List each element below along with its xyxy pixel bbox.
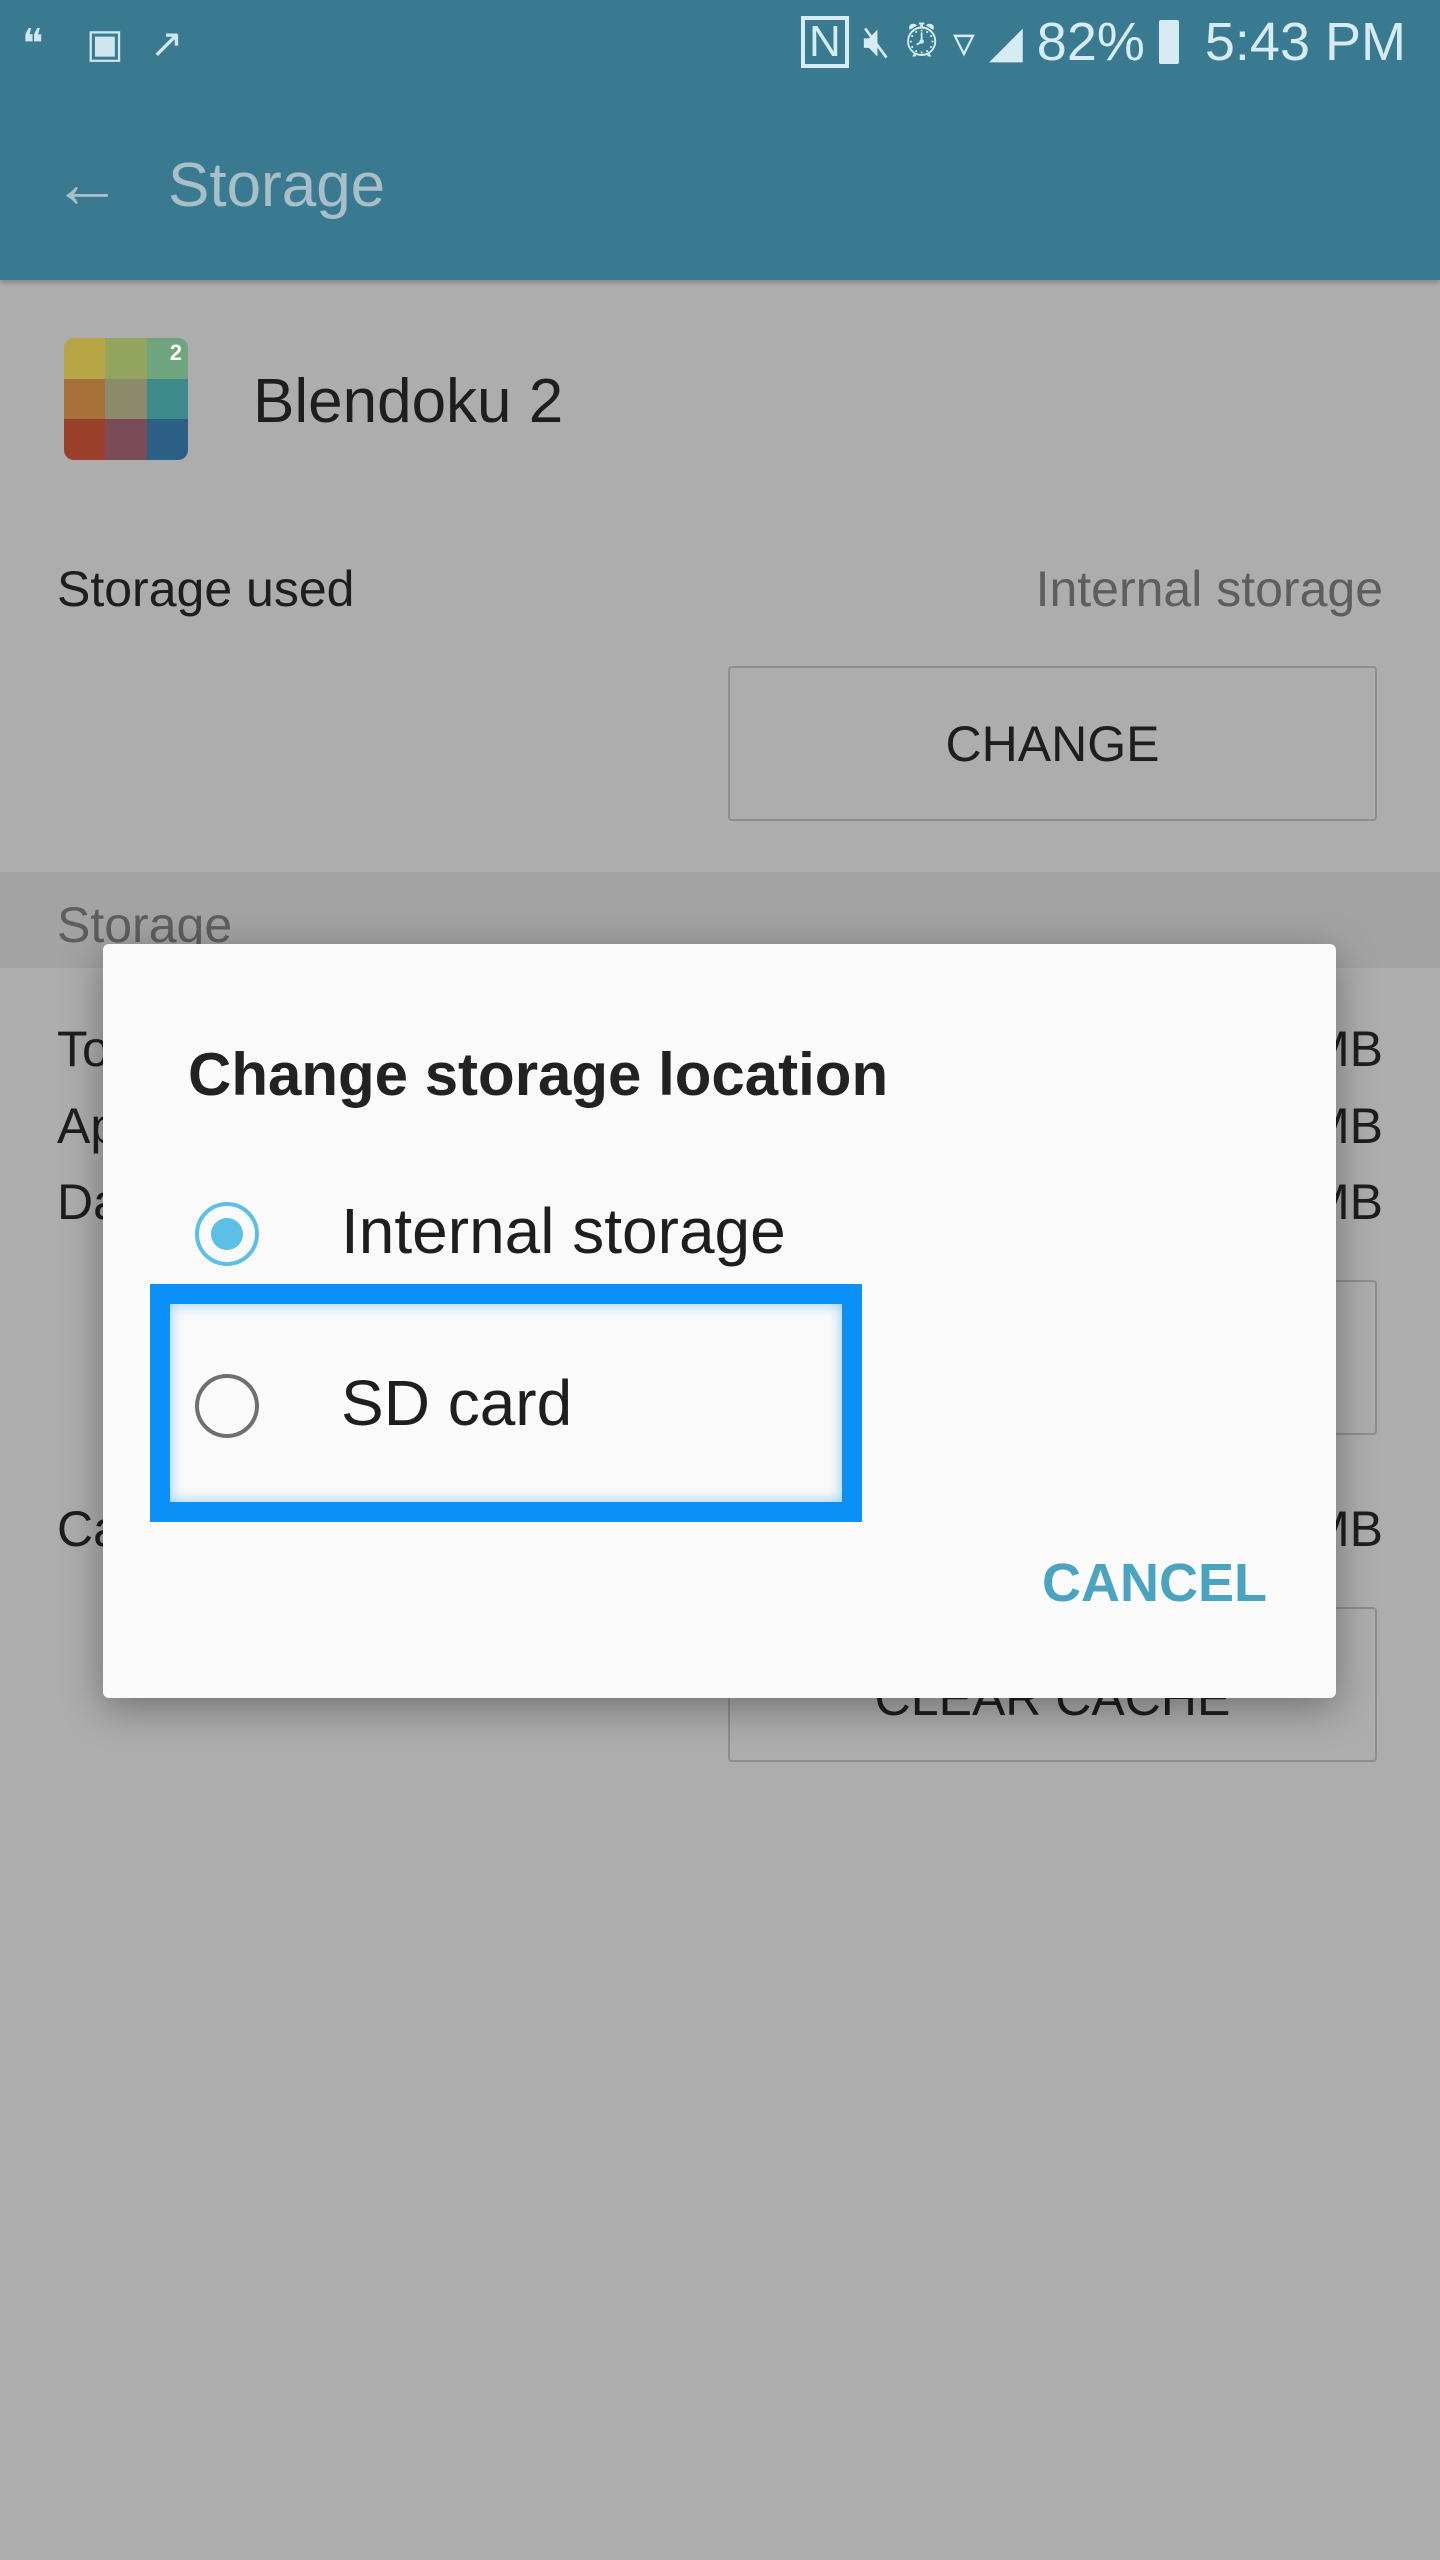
mute-icon: 🔇︎	[862, 17, 891, 66]
nfc-icon: N	[801, 16, 849, 68]
app-icon: 2	[64, 338, 188, 460]
storage-used-label: Storage used	[57, 561, 355, 617]
dialog-title: Change storage location	[188, 1041, 889, 1108]
radio-selected[interactable]	[195, 1202, 259, 1266]
status-bar: ❝ ▣ ↗ N 🔇︎ ⏰︎ ▿ ◢ 82% 5:43 PM	[0, 0, 1440, 90]
storage-used-value: Internal storage	[1035, 561, 1383, 617]
clock: 5:43 PM	[1204, 12, 1406, 72]
battery-percent: 82%	[1036, 12, 1145, 72]
app-name: Blendoku 2	[253, 367, 564, 436]
total-row-label: To	[57, 1021, 110, 1077]
hangouts-icon: ❝	[22, 22, 44, 66]
change-button[interactable]: CHANGE	[728, 666, 1377, 821]
battery-icon	[1158, 20, 1179, 64]
app-icon-badge: 2	[169, 340, 182, 365]
sd-card-highlight-box	[150, 1284, 862, 1522]
trending-icon: ↗	[150, 22, 184, 66]
cancel-button[interactable]: CANCEL	[1042, 1552, 1267, 1614]
option-label: Internal storage	[341, 1195, 786, 1267]
alarm-icon: ⏰︎	[904, 17, 939, 66]
page-title: Storage	[168, 151, 386, 220]
option-internal-storage[interactable]: Internal storage	[195, 1194, 995, 1274]
wifi-icon: ▿	[952, 17, 975, 67]
gallery-icon: ▣	[86, 22, 124, 66]
signal-icon: ◢	[988, 17, 1023, 67]
arrow-left-icon[interactable]: ←	[52, 148, 122, 218]
